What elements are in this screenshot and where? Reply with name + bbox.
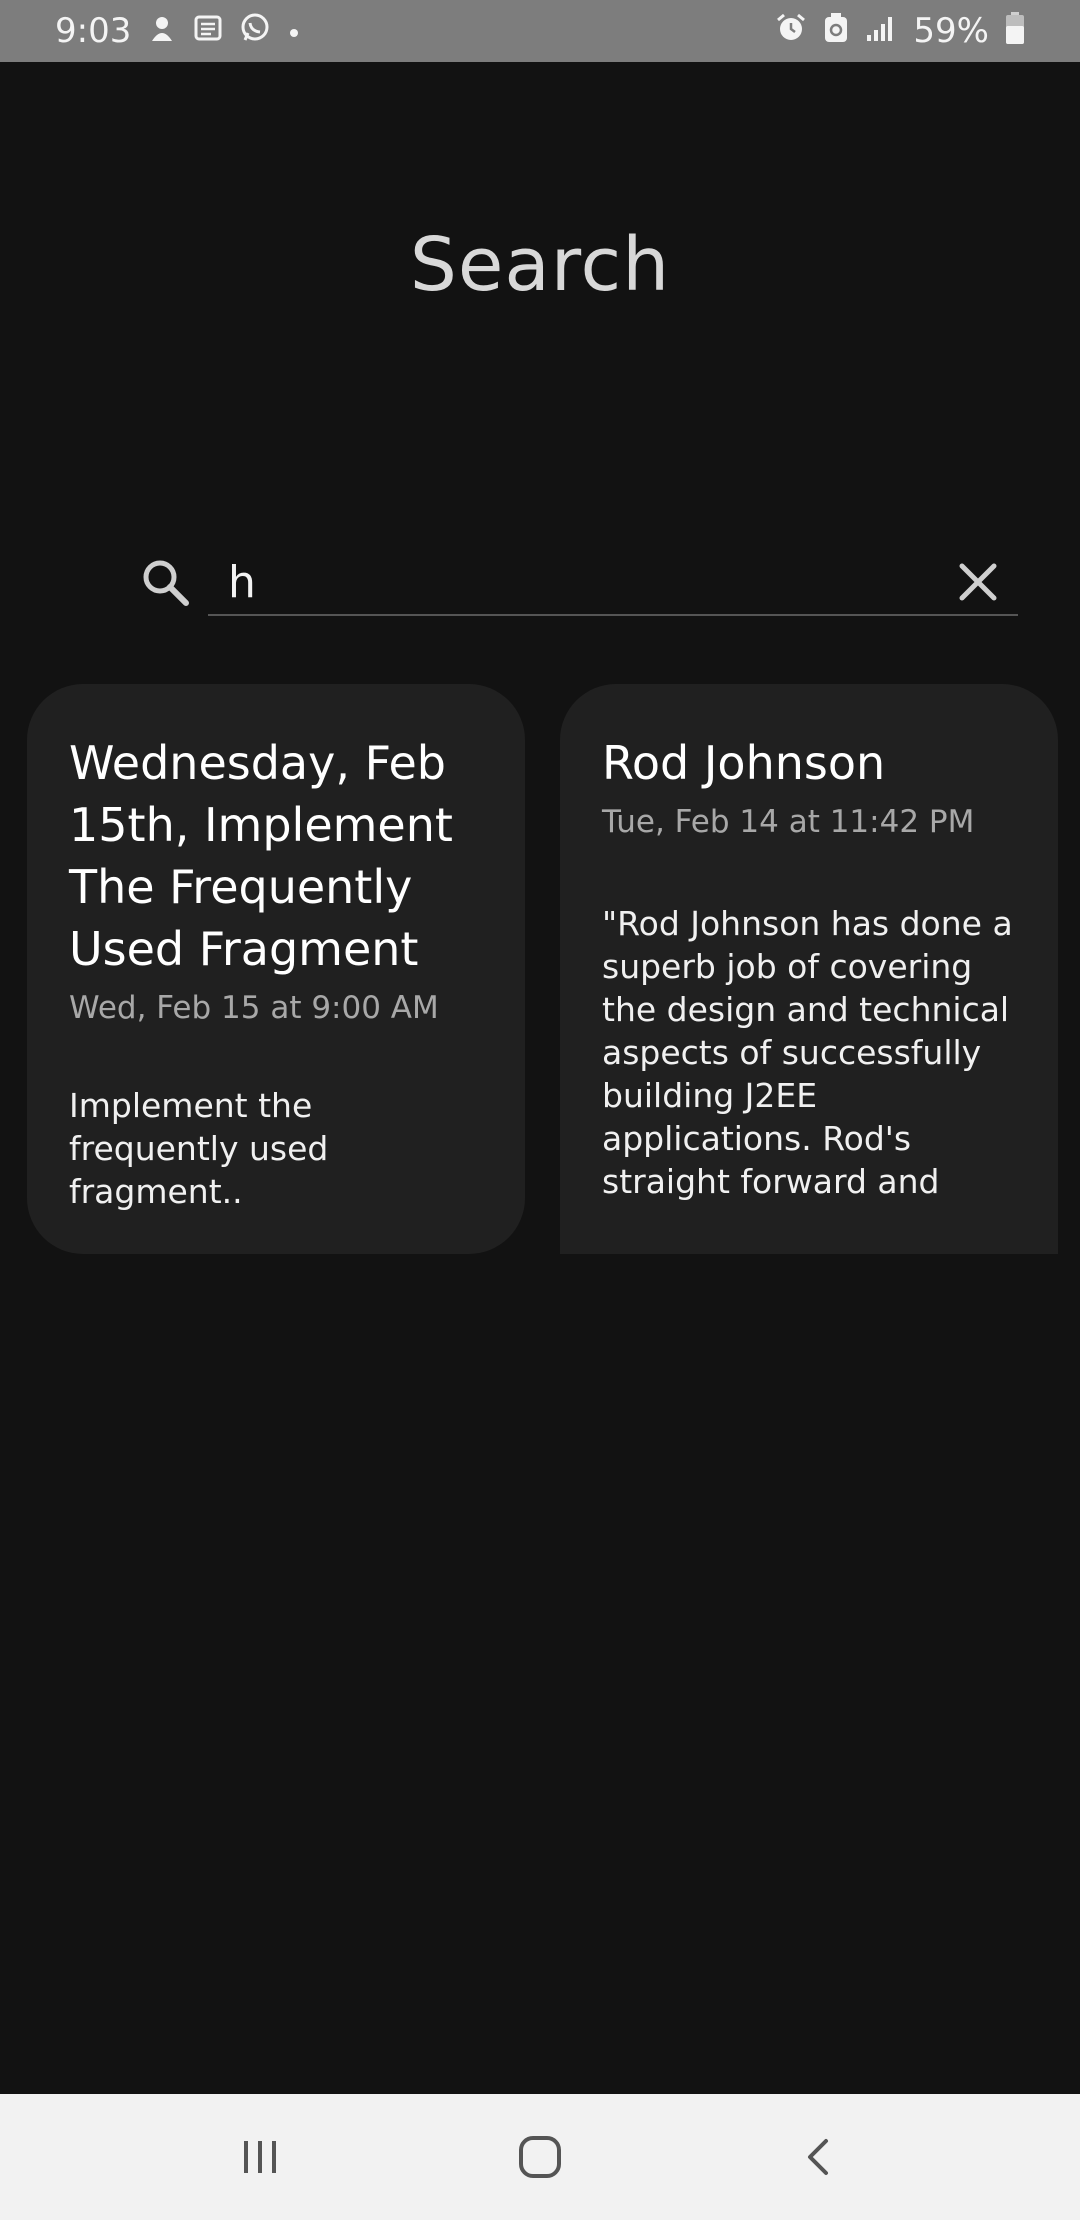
pocket-icon [147,13,177,49]
search-icon [143,560,189,606]
battery-percent: 59% [913,11,989,51]
status-time: 9:03 [55,11,132,51]
home-icon [519,2136,561,2178]
result-card[interactable]: Wednesday, Feb 15th, Implement The Frequ… [27,684,525,1254]
card-date: Tue, Feb 14 at 11:42 PM [602,804,975,840]
page-title: Search [409,222,671,308]
status-right: 59% [775,11,1025,51]
search-input[interactable]: h [228,557,256,608]
whatsapp-icon [239,12,271,50]
navigation-bar [0,2094,1080,2220]
signal-icon [865,13,897,49]
back-icon [808,2139,828,2175]
status-left: 9:03 [55,11,301,51]
close-icon[interactable] [956,560,1000,604]
search-input-field[interactable]: h [208,550,1018,616]
home-button[interactable] [500,2117,580,2197]
status-bar: 9:03 59% [0,0,1080,62]
card-title: Wednesday, Feb 15th, Implement The Frequ… [69,736,453,976]
back-button[interactable] [780,2117,860,2197]
search-bar: h [138,548,1018,618]
card-title: Rod Johnson [602,736,886,790]
recent-apps-button[interactable] [220,2117,300,2197]
news-icon [193,13,223,49]
battery-saver-icon [823,12,849,50]
dot-icon [287,16,301,46]
card-date: Wed, Feb 15 at 9:00 AM [69,990,439,1026]
alarm-icon [775,12,807,50]
card-body: Implement the frequently used fragment.. [69,1086,329,1211]
battery-icon [1005,11,1025,51]
recent-apps-icon [244,2141,276,2173]
card-body: "Rod Johnson has done a superb job of co… [602,904,1013,1201]
result-card[interactable]: Rod Johnson Tue, Feb 14 at 11:42 PM "Rod… [560,684,1058,1254]
